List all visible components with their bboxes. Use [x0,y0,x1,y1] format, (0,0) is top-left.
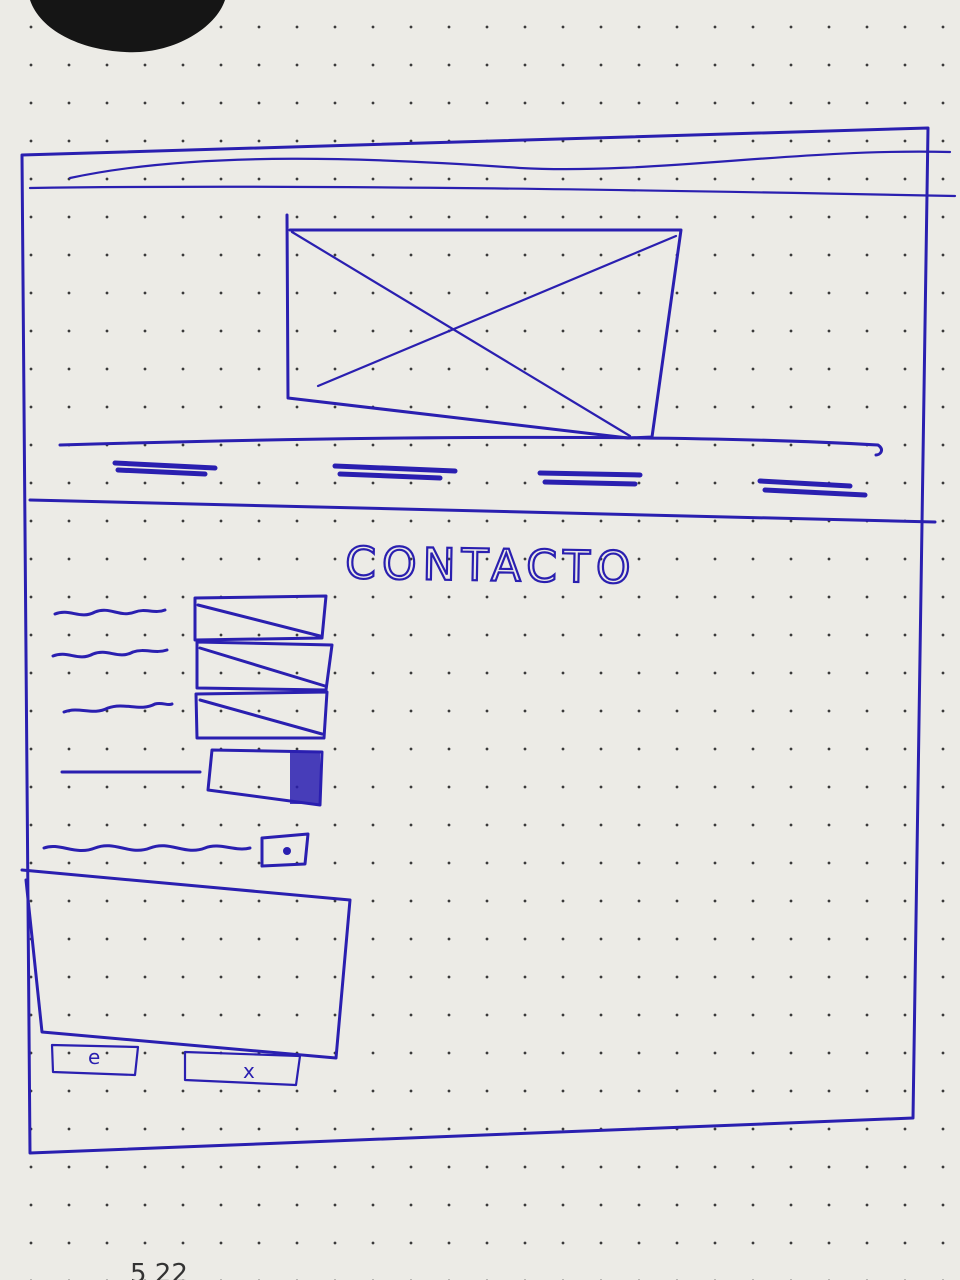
nav-item-2[interactable] [332,463,458,481]
message-textarea[interactable] [20,868,352,1060]
text-input-3[interactable] [194,690,329,740]
wireframe-sketch: CONTACTO e x 5 22 [20,0,957,1280]
hero-image-placeholder [285,213,683,440]
notebook-hole-shape [30,0,225,53]
nav-item-4[interactable] [757,478,868,498]
form-row-5 [42,832,310,868]
form-row-4 [60,748,324,807]
browser-address-bar [68,150,952,180]
field-label-1 [53,608,167,617]
cancel-button[interactable]: x [183,1050,302,1087]
select-dropdown[interactable] [206,748,324,807]
field-label-5 [42,844,252,853]
nav-item-3[interactable] [537,470,643,487]
field-label-2 [51,648,169,659]
form-row-2 [51,640,334,692]
nav-item-1[interactable] [112,460,218,477]
submit-button[interactable]: e [50,1043,140,1077]
nav-bar [28,435,937,524]
svg-text:e: e [88,1045,100,1069]
dropdown-arrow-icon[interactable] [290,752,320,804]
text-input-1[interactable] [193,594,328,642]
form-row-1 [53,594,328,642]
checkbox-mark-icon [283,847,291,855]
field-label-3 [62,701,174,714]
browser-window-frame [20,126,930,1155]
browser-chrome-divider [28,185,957,198]
page-title: CONTACTO [345,538,637,594]
text-input-2[interactable] [195,640,334,692]
svg-text:x: x [243,1059,255,1083]
form-row-3 [62,690,329,740]
page-number: 5 22 [130,1259,188,1280]
